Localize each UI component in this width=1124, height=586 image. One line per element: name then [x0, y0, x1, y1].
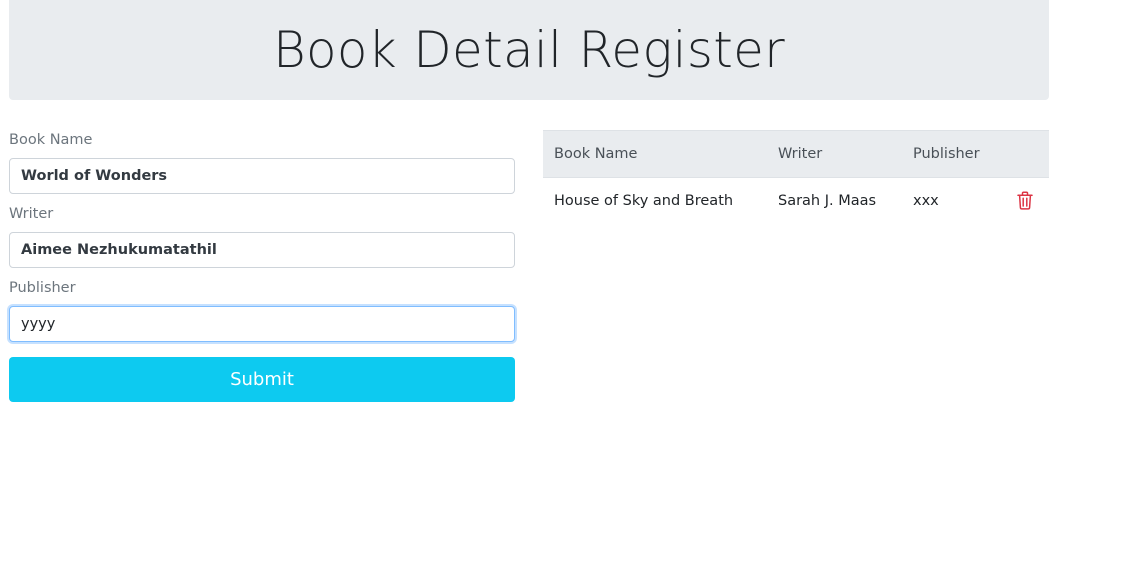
column-header-book-name: Book Name	[543, 130, 767, 178]
page-title: Book Detail Register	[272, 21, 786, 79]
book-name-group: Book Name	[9, 130, 515, 194]
publisher-input[interactable]	[9, 306, 515, 342]
table-header: Book Name Writer Publisher	[543, 130, 1049, 178]
writer-group: Writer	[9, 204, 515, 268]
table-header-row: Book Name Writer Publisher	[543, 130, 1049, 178]
cell-actions	[1002, 178, 1049, 225]
book-name-label: Book Name	[9, 132, 93, 148]
table-body: House of Sky and Breath Sarah J. Maas xx…	[543, 178, 1049, 225]
column-header-actions	[1002, 130, 1049, 178]
publisher-label: Publisher	[9, 280, 76, 296]
delete-button[interactable]	[1014, 188, 1036, 212]
cell-publisher: xxx	[913, 193, 939, 209]
books-table-container: Book Name Writer Publisher House of Sky …	[543, 130, 1049, 224]
column-header-publisher: Publisher	[902, 130, 1002, 178]
book-form: Book Name Writer Publisher Submit	[9, 130, 515, 402]
table-row: House of Sky and Breath Sarah J. Maas xx…	[543, 178, 1049, 225]
cell-book-name: House of Sky and Breath	[554, 193, 734, 209]
writer-input[interactable]	[9, 232, 515, 268]
column-header-writer: Writer	[767, 130, 902, 178]
publisher-group: Publisher	[9, 278, 515, 342]
trash-icon	[1017, 191, 1033, 210]
writer-label: Writer	[9, 206, 54, 222]
submit-button[interactable]: Submit	[9, 357, 515, 402]
page: Book Detail Register Book Name Writer Pu…	[0, 0, 1124, 586]
book-name-input[interactable]	[9, 158, 515, 194]
books-table: Book Name Writer Publisher House of Sky …	[543, 130, 1049, 224]
header-banner: Book Detail Register	[9, 0, 1049, 100]
cell-writer: Sarah J. Maas	[778, 193, 877, 209]
